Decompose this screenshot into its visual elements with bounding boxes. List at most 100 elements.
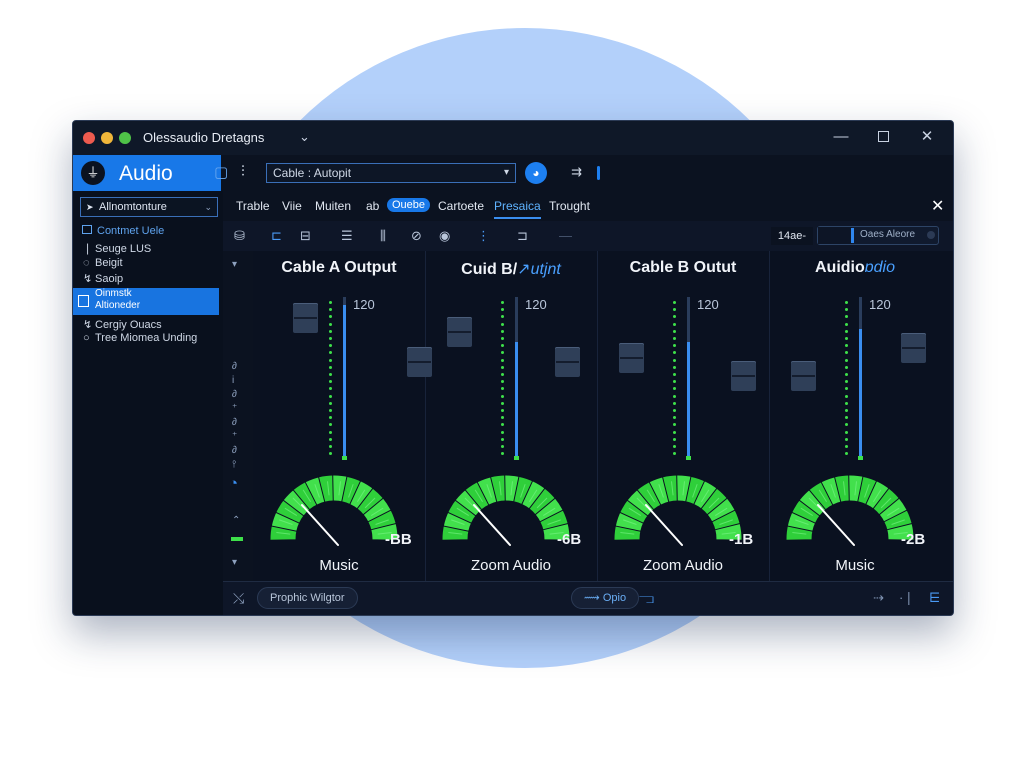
panel-icon[interactable]: ⫎ — [639, 590, 654, 607]
meter-dot — [501, 416, 504, 420]
close-button[interactable]: ✕ — [915, 127, 939, 147]
mixer-panel: Cable A Output 120 -BB Music Cuid B/↗utjnt 1… — [253, 251, 953, 581]
strip-mark: i — [232, 375, 235, 386]
sidebar-item[interactable]: ❘ Seuge LUS — [83, 242, 151, 255]
app-name: Audio — [119, 162, 173, 185]
meter-dot — [501, 322, 504, 326]
volume-gauge[interactable] — [439, 467, 573, 547]
meter-dot — [673, 337, 676, 340]
meter-dot — [329, 394, 332, 398]
folder-icon[interactable]: ⊟ — [300, 228, 311, 244]
output-button[interactable]: ⟿ Opio — [571, 587, 640, 609]
meter-dot — [501, 329, 504, 333]
bars-icon[interactable]: ⫼ — [380, 228, 386, 244]
sidebar-section-header[interactable]: Contmet Uele — [82, 225, 164, 237]
fader-handle[interactable] — [901, 333, 926, 363]
sidebar-item[interactable]: ○ Tree Miomea Unding — [83, 332, 197, 344]
meter-dot — [845, 437, 848, 441]
meter-dot — [329, 373, 332, 376]
meter-dot — [329, 344, 332, 348]
tab[interactable]: Viie — [282, 199, 302, 213]
output-device-select[interactable]: Cable : Autopit ▾ — [266, 163, 516, 183]
meter-dot — [501, 308, 504, 312]
screen-icon[interactable]: ▢ — [214, 163, 228, 181]
db-readout: -6B — [557, 531, 582, 548]
gauge-needle — [817, 504, 855, 546]
route-icon[interactable]: ⇉ — [571, 164, 582, 180]
meter-dot — [501, 301, 504, 304]
sidebar-item[interactable]: ◌ Beigit — [83, 257, 123, 269]
tab[interactable]: Muiten — [315, 199, 351, 213]
level-meter-fill — [343, 305, 346, 457]
level-icon[interactable]: ⋮ — [477, 228, 490, 244]
close-icon[interactable]: ✕ — [931, 196, 944, 216]
meter-dot — [329, 351, 332, 355]
chevron-down-icon[interactable]: ⌄ — [299, 129, 310, 145]
volume-gauge[interactable] — [267, 467, 401, 547]
channel-title-accent: ↗utjnt — [517, 261, 561, 278]
maximize-button[interactable] — [871, 127, 895, 147]
meter-dot — [329, 437, 332, 441]
tab[interactable]: Trought — [549, 199, 590, 213]
fader-handle[interactable] — [293, 303, 318, 333]
meter-dot — [329, 430, 332, 434]
fader-handle[interactable] — [791, 361, 816, 391]
tab[interactable]: Cartoete — [438, 199, 484, 213]
plug-icon[interactable]: ⊐ — [517, 228, 528, 244]
split-icon[interactable]: ·❘ — [899, 590, 914, 606]
app-window: Olessaudio Dretagns ⌄ — ✕ ⏚ Audio ▢ ⫶ Ca… — [72, 120, 954, 616]
device-badge-button[interactable]: ◕ — [525, 162, 547, 184]
meter-dot — [845, 423, 848, 427]
sidebar-dropdown[interactable]: ➤ Allnomtonture ⌄ — [80, 197, 218, 217]
menu-icon[interactable]: ⋿ — [929, 590, 940, 606]
fader-handle[interactable] — [731, 361, 756, 391]
close-dot-button[interactable] — [83, 132, 95, 144]
meter-dot — [673, 430, 676, 434]
meter-dot — [329, 423, 332, 427]
chevron-up-icon[interactable]: ⌃ — [232, 515, 240, 526]
volume-gauge[interactable] — [783, 467, 917, 547]
mixer-channel: Auidioɒdio 120 -2B Music — [769, 251, 941, 581]
dash-icon[interactable]: — — [559, 228, 572, 243]
db-readout: -2B — [901, 531, 926, 548]
fader-handle[interactable] — [619, 343, 644, 373]
tune-icon[interactable]: ⫶ — [241, 163, 245, 180]
preset-button[interactable]: Prophic Wilgtor — [257, 587, 358, 609]
mixer-side-strip: ▾ ∂ i ∂ ⁺ ∂ ⁺ ∂ ⫯ ◔ ⌃ ▾ — [223, 251, 254, 581]
clock-icon[interactable]: ⊘ — [411, 228, 422, 244]
forward-icon[interactable]: ⇢ — [873, 590, 884, 606]
meter-dot — [673, 401, 676, 405]
tab-pill[interactable]: Ouebe — [387, 198, 431, 212]
knob-icon[interactable]: ◔ — [229, 475, 238, 492]
minimize-button[interactable]: — — [829, 127, 853, 147]
tools-icon[interactable]: ⤯ — [233, 590, 244, 607]
strip-mark: ⫯ — [232, 459, 237, 470]
tab-bar: Trable Viie Muiten ab Ouebe Cartoete Pre… — [223, 191, 953, 222]
collapse-icon[interactable]: ▾ — [232, 557, 237, 568]
meter-dots — [501, 301, 504, 459]
level-meter — [342, 297, 347, 460]
minimize-dot-button[interactable] — [101, 132, 113, 144]
tab-active[interactable]: Presaica — [494, 199, 541, 219]
collapse-icon[interactable]: ▾ — [232, 259, 237, 270]
fader-handle[interactable] — [555, 347, 580, 377]
layout-icon[interactable]: ⊏ — [271, 228, 282, 244]
list-icon[interactable]: ☰ — [341, 228, 353, 244]
icon-toolbar: ⛁ ⊏ ⊟ ☰ ⫼ ⊘ ◉ ⋮ ⊐ — 14ae- Oaes Aleore — [223, 221, 953, 252]
sidebar-item[interactable]: ↯ Cergiy Ouacs — [83, 318, 162, 331]
record-icon[interactable]: ◉ — [439, 228, 450, 244]
search-field[interactable]: Oaes Aleore — [817, 226, 939, 245]
source-label: Music — [319, 557, 359, 574]
sidebar-item-selected[interactable]: Oinmstk Altioneder — [73, 288, 219, 315]
meter-dot — [673, 387, 676, 391]
fader-handle[interactable] — [447, 317, 472, 347]
tab[interactable]: Trable — [236, 199, 270, 213]
meter-dot — [501, 373, 504, 376]
zoom-dot-button[interactable] — [119, 132, 131, 144]
meter-dot — [329, 322, 332, 326]
sidebar-item[interactable]: ↯ Saoip — [83, 272, 123, 285]
volume-gauge[interactable] — [611, 467, 745, 547]
meter-dot — [501, 409, 504, 412]
tab[interactable]: ab — [366, 199, 379, 213]
lock-icon[interactable]: ⛁ — [234, 228, 245, 244]
